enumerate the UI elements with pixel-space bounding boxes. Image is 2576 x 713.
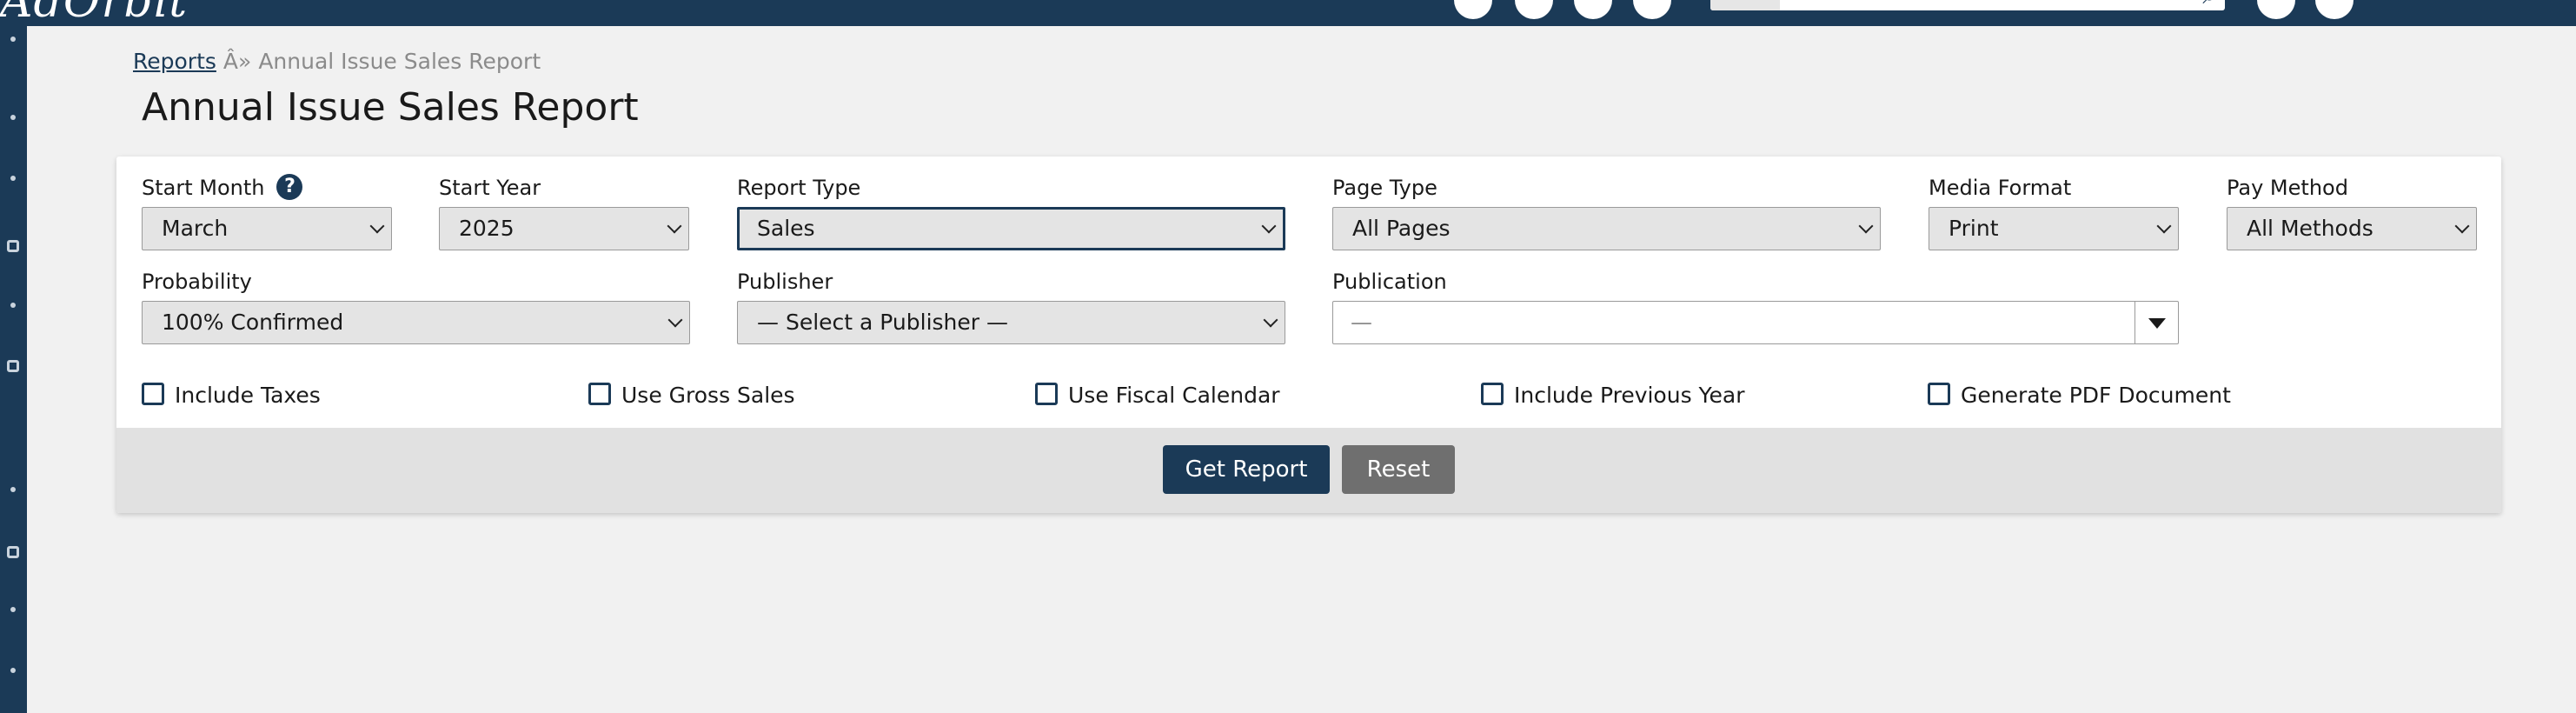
include-taxes-checkbox[interactable]: Include Taxes [142,381,321,410]
start-year-label: Start Year [439,176,541,200]
chevron-down-icon [667,218,682,234]
breadcrumb-reports-link[interactable]: Reports [133,49,216,74]
use-fiscal-calendar-checkbox[interactable]: Use Fiscal Calendar [1035,381,1280,410]
breadcrumb-current: Annual Issue Sales Report [258,49,541,74]
app-logo[interactable]: AdOrbit [0,0,188,26]
page-type-label: Page Type [1332,176,1437,200]
user-nav-icon[interactable] [2315,0,2354,19]
sidebar-icon-3[interactable] [10,176,16,181]
search-scope-select[interactable] [1710,0,1780,10]
start-year-select[interactable]: 2025 [439,207,689,250]
breadcrumb-separator: Â» [222,49,252,74]
page-type-select[interactable]: All Pages [1332,207,1881,250]
use-gross-sales-checkbox[interactable]: Use Gross Sales [588,381,795,410]
start-month-select[interactable]: March [142,207,392,250]
probability-select[interactable]: 100% Confirmed [142,301,690,344]
chevron-down-icon [1261,218,1277,234]
chevron-down-icon [1263,312,1278,328]
chevron-down-icon [2156,218,2172,234]
left-sidebar [0,26,27,713]
breadcrumb: Reports Â» Annual Issue Sales Report [133,47,541,77]
help-icon[interactable]: ? [276,174,303,200]
report-type-label: Report Type [737,176,861,200]
publication-combobox[interactable]: — [1332,301,2179,344]
publisher-select[interactable]: — Select a Publisher — [737,301,1285,344]
nav-icon-4[interactable] [1633,0,1671,19]
nav-icon-2[interactable] [1515,0,1553,19]
checkbox-icon[interactable] [588,383,611,405]
nav-icon-1[interactable] [1454,0,1492,19]
search-icon[interactable]: ⌕ [2181,0,2216,8]
probability-label: Probability [142,270,252,294]
sidebar-icon-9[interactable] [10,607,16,612]
help-nav-icon[interactable] [2257,0,2295,19]
pay-method-select[interactable]: All Methods [2227,207,2477,250]
sidebar-icon-4[interactable] [7,240,19,252]
publication-dropdown-button[interactable] [2134,302,2178,343]
report-type-select[interactable]: Sales [737,207,1285,250]
checkbox-icon[interactable] [1035,383,1058,405]
reset-button[interactable]: Reset [1342,445,1455,494]
sidebar-icon-2[interactable] [10,115,16,120]
page-title: Annual Issue Sales Report [142,85,639,130]
sidebar-icon-6[interactable] [7,360,19,372]
form-actions-bar: Get Report Reset [116,428,2501,513]
generate-pdf-checkbox[interactable]: Generate PDF Document [1928,381,2231,410]
checkbox-icon[interactable] [1481,383,1504,405]
top-nav-bar: AdOrbit ⌕ [0,0,2576,26]
get-report-button[interactable]: Get Report [1163,445,1330,494]
publisher-label: Publisher [737,270,833,294]
sidebar-icon-10[interactable] [10,668,16,673]
include-previous-year-checkbox[interactable]: Include Previous Year [1481,381,1744,410]
sidebar-icon-8[interactable] [7,546,19,558]
checkbox-icon[interactable] [142,383,164,405]
report-form-card: Start Month? Start Year Report Type Page… [116,157,2501,513]
sidebar-icon-5[interactable] [10,303,16,308]
media-format-label: Media Format [1929,176,2072,200]
checkbox-icon[interactable] [1928,383,1950,405]
caret-down-icon [2148,318,2166,329]
sidebar-icon-7[interactable] [10,487,16,492]
chevron-down-icon [2454,218,2470,234]
sidebar-icon-1[interactable] [10,37,16,42]
publication-label: Publication [1332,270,1447,294]
global-search-input[interactable]: ⌕ [1710,0,2225,10]
chevron-down-icon [1858,218,1874,234]
nav-icon-3[interactable] [1574,0,1612,19]
chevron-down-icon [369,218,385,234]
pay-method-label: Pay Method [2227,176,2348,200]
chevron-down-icon [667,312,683,328]
media-format-select[interactable]: Print [1929,207,2179,250]
start-month-label: Start Month? [142,174,303,202]
